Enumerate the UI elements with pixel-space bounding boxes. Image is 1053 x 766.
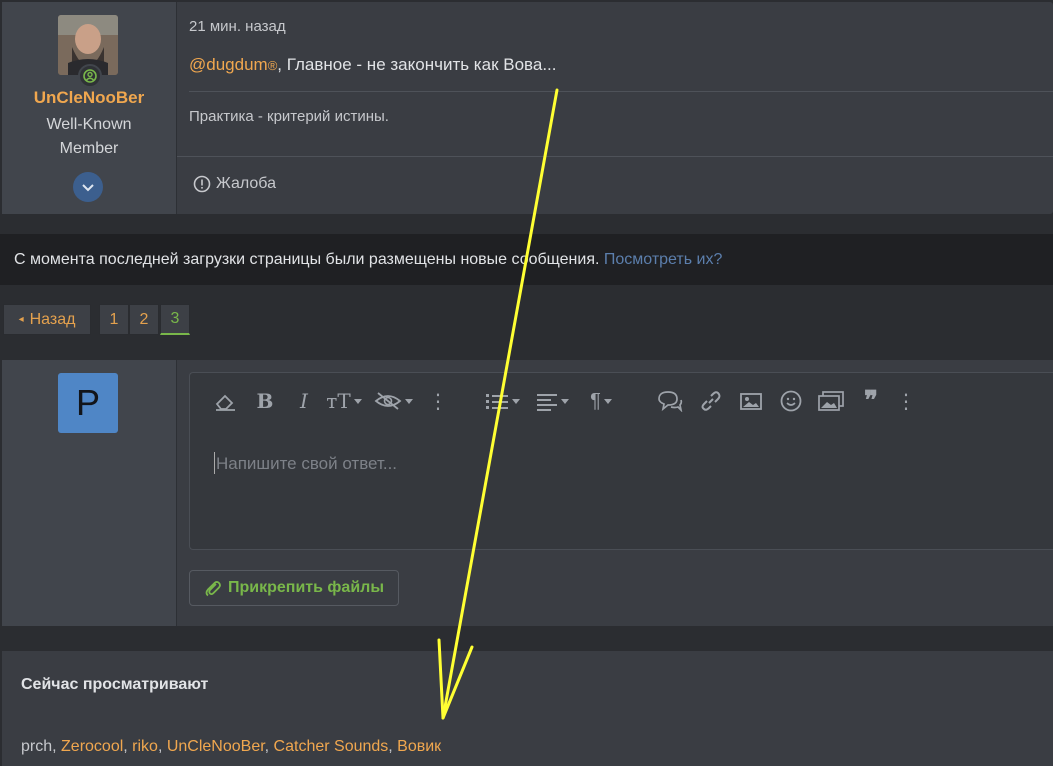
text-size-icon[interactable]: ᴛT xyxy=(324,388,364,414)
pagination-back-button[interactable]: ◂ Назад xyxy=(3,304,91,335)
text-cursor xyxy=(214,452,215,474)
chat-quote-icon[interactable] xyxy=(656,388,684,414)
align-icon[interactable] xyxy=(533,388,571,414)
italic-icon[interactable]: I xyxy=(294,388,314,414)
viewer-user[interactable]: Вовик xyxy=(397,738,441,755)
list-icon[interactable] xyxy=(482,388,522,414)
quote-icon[interactable]: ❞ xyxy=(858,386,884,416)
notice-link[interactable]: Посмотреть их? xyxy=(604,251,722,268)
viewers-title: Сейчас просматривают xyxy=(21,676,209,693)
signature-divider xyxy=(189,91,1053,92)
reply-avatar: P xyxy=(58,373,118,433)
viewer-user[interactable]: Zerocool xyxy=(61,738,123,755)
viewer-user[interactable]: riko xyxy=(132,738,158,755)
post-message: @dugdum®, Главное - не закончить как Вов… xyxy=(189,55,557,75)
report-label: Жалоба xyxy=(216,175,276,192)
viewer-user[interactable]: UnCleNooBer xyxy=(167,738,265,755)
page-link-2[interactable]: 2 xyxy=(129,304,159,335)
notice-message: С момента последней загрузки страницы бы… xyxy=(14,251,600,268)
notice-text: С момента последней загрузки страницы бы… xyxy=(14,251,722,269)
attach-files-button[interactable]: Прикрепить файлы xyxy=(189,570,399,606)
mention-mark: ® xyxy=(267,58,278,73)
report-icon xyxy=(193,175,211,193)
report-button[interactable]: Жалоба xyxy=(193,175,276,193)
chevron-down-icon xyxy=(82,184,94,192)
editor-placeholder[interactable]: Напишите свой ответ... xyxy=(216,454,397,474)
hidden-icon[interactable] xyxy=(373,388,413,414)
eraser-icon[interactable] xyxy=(212,388,238,414)
caret-left-icon: ◂ xyxy=(18,314,24,325)
paperclip-icon xyxy=(205,581,221,597)
bold-icon[interactable]: B xyxy=(254,388,276,414)
media-icon[interactable] xyxy=(816,388,846,414)
more-icon[interactable]: ⋮ xyxy=(428,388,448,414)
user-title-text: Well-Known Member xyxy=(46,116,132,157)
smile-icon[interactable] xyxy=(778,388,804,414)
online-status-icon xyxy=(78,64,102,88)
image-icon[interactable] xyxy=(738,388,764,414)
post-username[interactable]: UnCleNooBer xyxy=(2,88,176,108)
attach-label: Прикрепить файлы xyxy=(228,579,384,596)
user-title: Well-Known Member xyxy=(2,113,176,161)
footer-divider xyxy=(177,156,1053,157)
post-date[interactable]: 21 мин. назад xyxy=(189,18,286,35)
page-link-current[interactable]: 3 xyxy=(160,304,190,335)
page-link-1[interactable]: 1 xyxy=(99,304,129,335)
paragraph-icon[interactable]: ¶ xyxy=(583,388,619,414)
link-icon[interactable] xyxy=(698,388,724,414)
viewer-guest: prch xyxy=(21,738,53,755)
expand-user-button[interactable] xyxy=(73,172,103,202)
viewer-user[interactable]: Catcher Sounds xyxy=(274,738,389,755)
more-icon-2[interactable]: ⋮ xyxy=(896,388,916,414)
signature: Практика - критерий истины. xyxy=(189,108,389,125)
viewers-list: prch, Zerocool, riko, UnCleNooBer, Catch… xyxy=(21,738,442,755)
message-text: , Главное - не закончить как Вова... xyxy=(277,55,557,74)
mention-link[interactable]: @dugdum xyxy=(189,55,268,74)
back-label: Назад xyxy=(29,310,76,328)
